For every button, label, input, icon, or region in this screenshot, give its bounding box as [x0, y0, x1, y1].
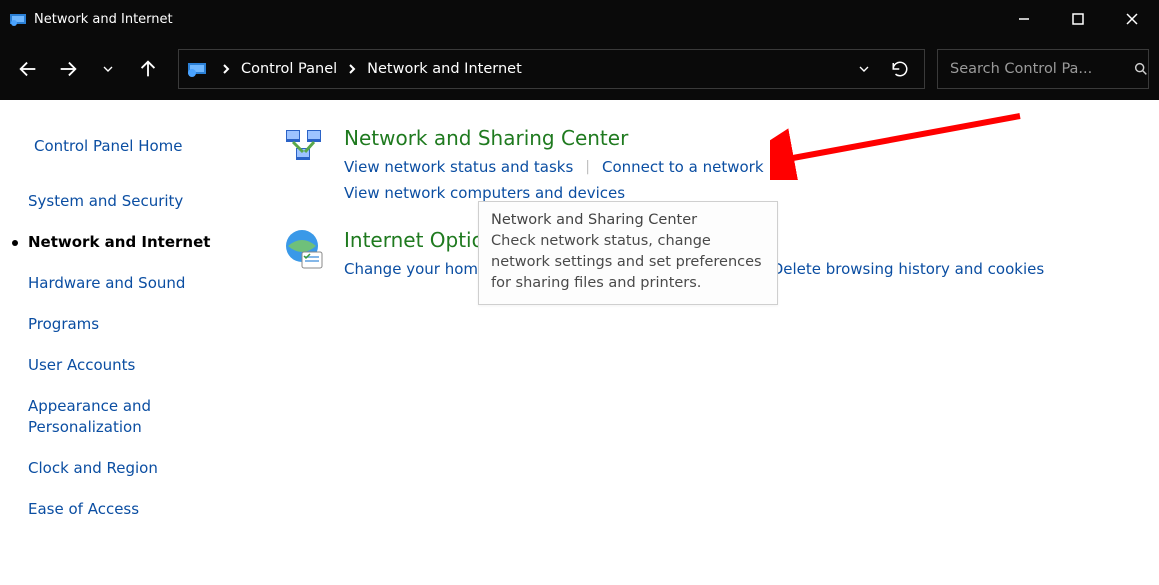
- search-box[interactable]: [937, 49, 1149, 89]
- sidebar-item-system-and-security[interactable]: System and Security: [28, 181, 260, 222]
- nav-recent-dropdown[interactable]: [90, 51, 126, 87]
- internet-options-icon: [280, 226, 328, 274]
- main-content: Network and Sharing Center View network …: [280, 100, 1159, 585]
- sidebar-item-appearance-and-personalization[interactable]: Appearance and Personalization: [28, 386, 208, 448]
- tooltip-body: Check network status, change network set…: [491, 231, 765, 294]
- link-connect-to-network[interactable]: Connect to a network: [602, 156, 764, 178]
- breadcrumb-control-panel[interactable]: Control Panel: [237, 61, 341, 77]
- refresh-button[interactable]: [882, 51, 918, 87]
- search-icon[interactable]: [1133, 61, 1149, 77]
- nav-up-button[interactable]: [130, 51, 166, 87]
- nav-forward-button[interactable]: [50, 51, 86, 87]
- navigation-bar: Control Panel Network and Internet: [0, 38, 1159, 100]
- search-input[interactable]: [948, 60, 1133, 78]
- nav-back-button[interactable]: [10, 51, 46, 87]
- sidebar-control-panel-home[interactable]: Control Panel Home: [28, 132, 260, 181]
- window-app-icon: [10, 11, 26, 27]
- window-minimize-button[interactable]: [997, 0, 1051, 38]
- tooltip-title: Network and Sharing Center: [491, 210, 765, 231]
- address-scope-icon: [187, 59, 207, 79]
- address-history-dropdown[interactable]: [846, 51, 882, 87]
- window-close-button[interactable]: [1105, 0, 1159, 38]
- sidebar: Control Panel Home System and Security N…: [0, 100, 280, 585]
- sidebar-item-network-and-internet[interactable]: Network and Internet: [28, 222, 260, 263]
- category-title-network-sharing[interactable]: Network and Sharing Center: [344, 126, 1141, 150]
- link-separator: |: [573, 159, 602, 175]
- tooltip: Network and Sharing Center Check network…: [478, 201, 778, 305]
- link-view-network-status[interactable]: View network status and tasks: [344, 156, 573, 178]
- link-separator: |: [764, 159, 793, 175]
- sidebar-item-clock-and-region[interactable]: Clock and Region: [28, 448, 260, 489]
- category-network-sharing-center: Network and Sharing Center View network …: [280, 124, 1141, 204]
- window-title: Network and Internet: [34, 12, 173, 27]
- window-titlebar: Network and Internet: [0, 0, 1159, 38]
- sidebar-item-user-accounts[interactable]: User Accounts: [28, 345, 260, 386]
- chevron-right-icon[interactable]: [341, 63, 363, 75]
- breadcrumb-network-and-internet[interactable]: Network and Internet: [363, 61, 526, 77]
- sidebar-item-programs[interactable]: Programs: [28, 304, 260, 345]
- chevron-right-icon[interactable]: [215, 63, 237, 75]
- link-delete-history[interactable]: Delete browsing history and cookies: [772, 258, 1044, 280]
- network-sharing-icon: [280, 124, 328, 172]
- sidebar-item-hardware-and-sound[interactable]: Hardware and Sound: [28, 263, 260, 304]
- window-maximize-button[interactable]: [1051, 0, 1105, 38]
- sidebar-item-ease-of-access[interactable]: Ease of Access: [28, 489, 260, 530]
- content-area: Control Panel Home System and Security N…: [0, 100, 1159, 585]
- address-bar[interactable]: Control Panel Network and Internet: [178, 49, 925, 89]
